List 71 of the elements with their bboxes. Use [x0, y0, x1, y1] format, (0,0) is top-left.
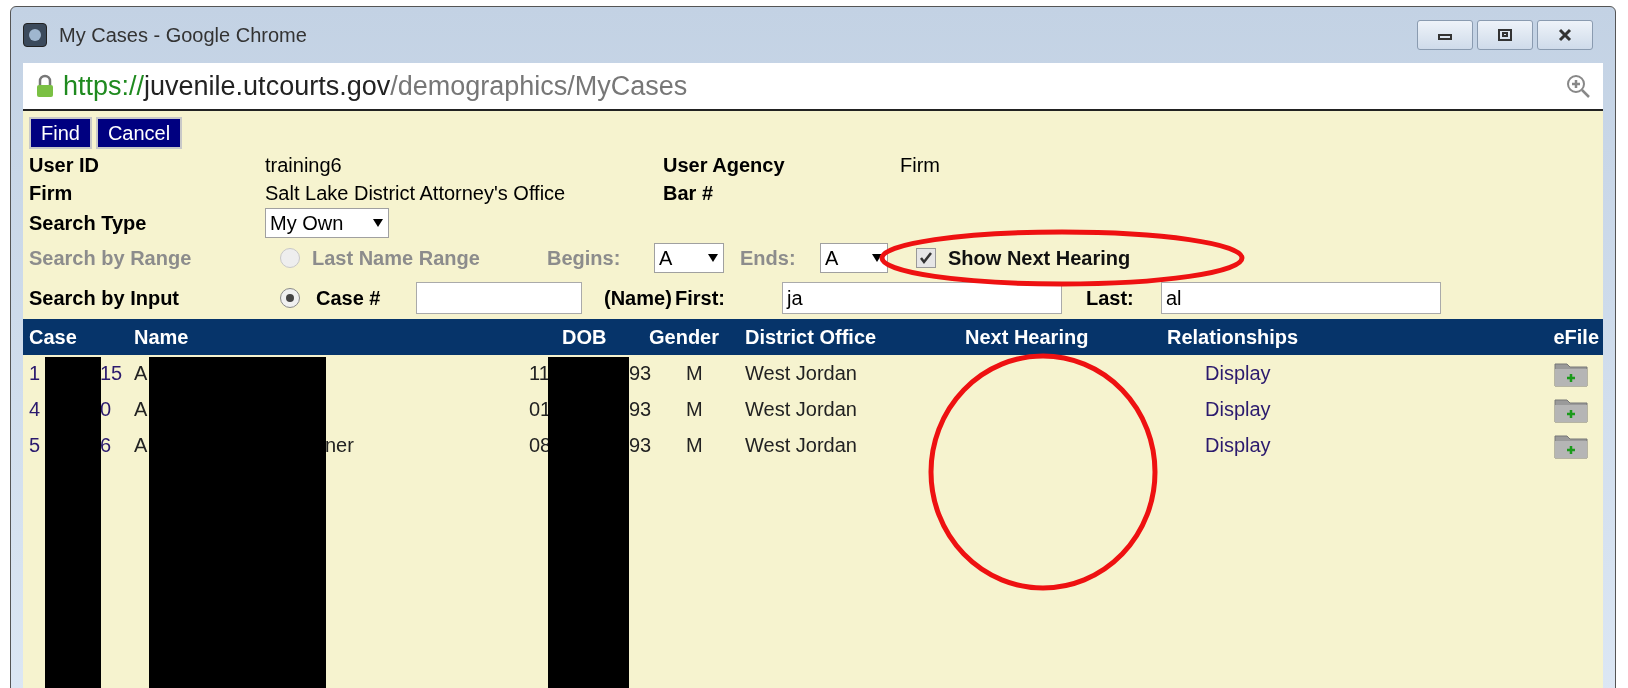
field-value: Salt Lake District Attorney's Office	[265, 181, 567, 206]
table-cell-text: A	[134, 397, 149, 422]
input-field[interactable]: ja	[782, 282, 1062, 314]
display-link[interactable]: Display	[1205, 398, 1271, 420]
checkbox[interactable]	[916, 248, 936, 268]
maximize-button[interactable]	[1477, 20, 1533, 50]
table-cell-text: West Jordan	[745, 397, 858, 422]
table-cell-text: 0	[100, 397, 112, 422]
checkbox-label: Show Next Hearing	[948, 246, 1131, 271]
url-text: https://juvenile.utcourts.gov/demographics/MyCases	[63, 69, 688, 103]
table-cell-text: M	[685, 433, 704, 458]
column-header: Relationships	[1167, 325, 1300, 350]
field-label: Ends:	[740, 246, 797, 271]
table-cell-text: A	[134, 433, 149, 458]
radio-button[interactable]	[280, 288, 300, 308]
field-label: Last:	[1086, 286, 1135, 311]
zoom-icon	[1565, 73, 1591, 99]
table-cell-text: 15	[100, 361, 123, 386]
maximize-icon	[1495, 28, 1515, 42]
address-bar[interactable]: https://juvenile.utcourts.gov/demographics/MyCases	[23, 63, 1603, 111]
field-label: User ID	[29, 153, 101, 178]
display-link[interactable]: Display	[1205, 362, 1271, 384]
field-label: User Agency	[663, 153, 786, 178]
dropdown[interactable]: My Own	[265, 208, 389, 238]
app-icon	[23, 23, 47, 47]
table-cell-text: ner	[325, 433, 354, 458]
field-label: Firm	[29, 181, 74, 206]
column-header: eFile	[1552, 325, 1599, 350]
field-label: Search Type	[29, 211, 148, 236]
table-cell-text: 1	[29, 361, 42, 386]
radio-label: Case #	[316, 286, 382, 311]
table-cell-text: 93	[629, 397, 652, 422]
column-header: Next Hearing	[965, 325, 1090, 350]
field-label: First:	[675, 286, 726, 311]
table-cell-text: M	[685, 397, 704, 422]
field-label: Search by Input	[29, 286, 181, 311]
radio-label: Last Name Range	[312, 246, 481, 271]
input-field[interactable]	[416, 282, 582, 314]
input-field[interactable]: al	[1161, 282, 1441, 314]
field-value: training6	[265, 153, 343, 178]
table-cell-text: 93	[629, 433, 652, 458]
toolbar-button[interactable]: Find	[29, 117, 92, 149]
column-header: Name	[134, 325, 190, 350]
table-cell-text: West Jordan	[745, 361, 858, 386]
close-button[interactable]	[1537, 20, 1593, 50]
table-cell-text: 11	[529, 361, 551, 386]
column-header: Gender	[649, 325, 721, 350]
toolbar-button[interactable]: Cancel	[95, 117, 183, 149]
column-header: DOB	[561, 325, 608, 350]
minimize-button[interactable]	[1417, 20, 1473, 50]
caret-icon	[707, 253, 719, 263]
table-cell-text: 6	[100, 433, 112, 458]
table-cell-text: 5	[29, 433, 42, 458]
table-cell-text: West Jordan	[745, 433, 858, 458]
field-label: Bar #	[663, 181, 715, 206]
caret-icon	[372, 218, 384, 228]
column-header: District Office	[745, 325, 878, 350]
column-header: Case	[29, 325, 78, 350]
table-cell-text: 93	[629, 361, 652, 386]
table-cell-text: 4	[29, 397, 42, 422]
field-label: (Name)	[604, 286, 673, 311]
lock-icon	[35, 74, 55, 98]
caret-icon	[871, 253, 883, 263]
table-cell-text: 01	[529, 397, 553, 422]
field-label: Begins:	[547, 246, 622, 271]
table-cell-text: A	[134, 361, 149, 386]
window-title: My Cases - Google Chrome	[59, 23, 307, 48]
table-cell-text: M	[685, 361, 704, 386]
display-link[interactable]: Display	[1205, 434, 1271, 456]
field-label: Search by Range	[29, 246, 193, 271]
field-value: Firm	[900, 153, 941, 178]
